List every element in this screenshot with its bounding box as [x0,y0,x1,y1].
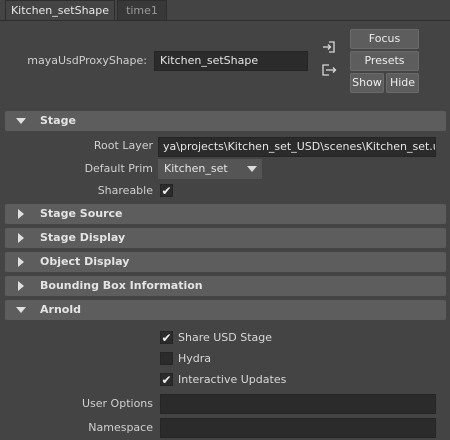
default-prim-dropdown[interactable]: Kitchen_set [158,159,242,179]
expanded-arrow-icon [16,118,26,124]
chevron-down-icon [247,166,257,172]
section-title: Stage Display [40,231,126,244]
section-title: Bounding Box Information [40,279,203,292]
section-bounding-box-header[interactable]: Bounding Box Information [5,276,446,296]
interactive-updates-label: Interactive Updates [178,373,287,386]
section-arnold-header[interactable]: Arnold [5,300,446,320]
section-stage-display-header[interactable]: Stage Display [5,228,446,248]
tab-kitchen-setshape[interactable]: Kitchen_setShape [5,0,115,20]
hydra-checkbox[interactable] [160,352,173,365]
namespace-label: Namespace [88,421,153,434]
collapsed-arrow-icon [18,281,24,291]
share-usd-stage-label: Share USD Stage [178,331,273,344]
section-title: Arnold [40,303,81,316]
default-prim-label: Default Prim [84,162,153,175]
share-usd-stage-checkbox[interactable]: ✔ [160,331,173,344]
hydra-label: Hydra [178,352,212,365]
section-object-display-header[interactable]: Object Display [5,252,446,272]
output-connection-icon[interactable] [320,62,338,78]
shareable-label: Shareable [97,184,153,197]
root-layer-field[interactable]: ya\projects\Kitchen_set_USD\scenes\Kitch… [158,137,436,157]
node-name-field[interactable]: Kitchen_setShape [154,51,308,71]
interactive-updates-checkbox[interactable]: ✔ [160,373,173,386]
namespace-field[interactable] [160,418,436,438]
expanded-arrow-icon [16,307,26,313]
show-button[interactable]: Show [350,73,384,93]
collapsed-arrow-icon [18,209,24,219]
hide-button[interactable]: Hide [386,73,419,93]
presets-button[interactable]: Presets [350,51,419,71]
default-prim-dropdown-button[interactable] [242,159,262,179]
user-options-label: User Options [81,397,153,410]
root-layer-label: Root Layer [93,139,153,152]
tab-time1[interactable]: time1 [117,0,167,20]
section-title: Stage [40,114,76,127]
collapsed-arrow-icon [18,233,24,243]
focus-button[interactable]: Focus [350,29,419,49]
section-stage-source-header[interactable]: Stage Source [5,204,446,224]
tab-divider [0,20,450,21]
section-title: Stage Source [40,207,123,220]
section-title: Object Display [40,255,130,268]
input-connection-icon[interactable] [320,39,338,55]
user-options-field[interactable] [160,394,436,414]
shareable-checkbox[interactable]: ✔ [160,184,173,197]
collapsed-arrow-icon [18,257,24,267]
node-type-label: mayaUsdProxyShape: [27,54,147,67]
section-stage-header[interactable]: Stage [5,111,446,131]
